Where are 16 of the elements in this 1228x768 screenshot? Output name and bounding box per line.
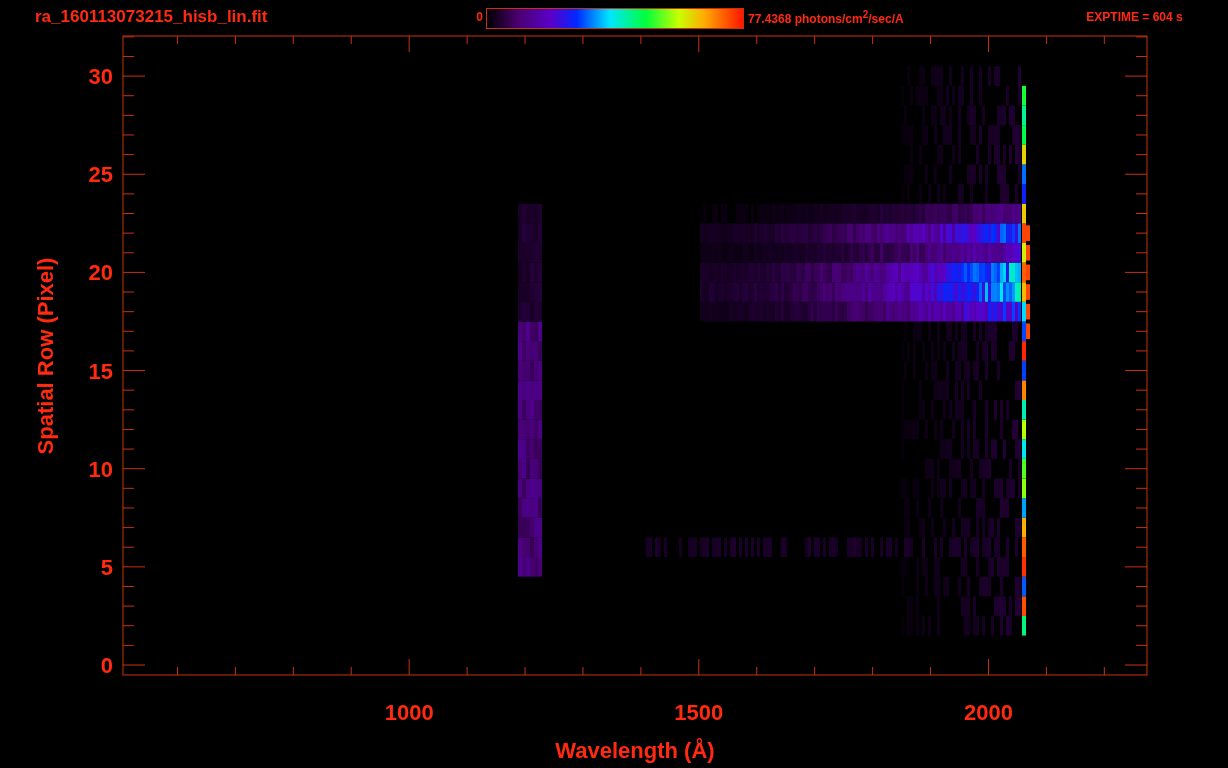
x-tick-label: 2000: [964, 700, 1013, 725]
y-axis-title: Spatial Row (Pixel): [33, 257, 58, 455]
y-tick-label: 25: [88, 162, 113, 188]
y-tick-label: 30: [88, 64, 113, 90]
y-tick-label: 15: [88, 358, 113, 384]
x-tick-label: 1500: [674, 700, 724, 725]
y-tick-label: 5: [100, 554, 113, 580]
x-axis-title: Wavelength (Å): [555, 738, 715, 763]
x-tick-label: 1000: [384, 700, 434, 725]
exposure-time: EXPTIME = 604 s: [1086, 10, 1184, 24]
colorbar-min-label: 0: [475, 10, 484, 24]
y-tick-label: 0: [100, 653, 113, 678]
colorbar-max-label: 77.4368 photons/cm$^{2}$/sec/A: [747, 8, 905, 26]
file-title: ra_160113073215_hisb_lin.fit: [35, 7, 269, 27]
y-tick-label: 10: [88, 456, 113, 482]
y-tick-label: 20: [88, 260, 113, 286]
